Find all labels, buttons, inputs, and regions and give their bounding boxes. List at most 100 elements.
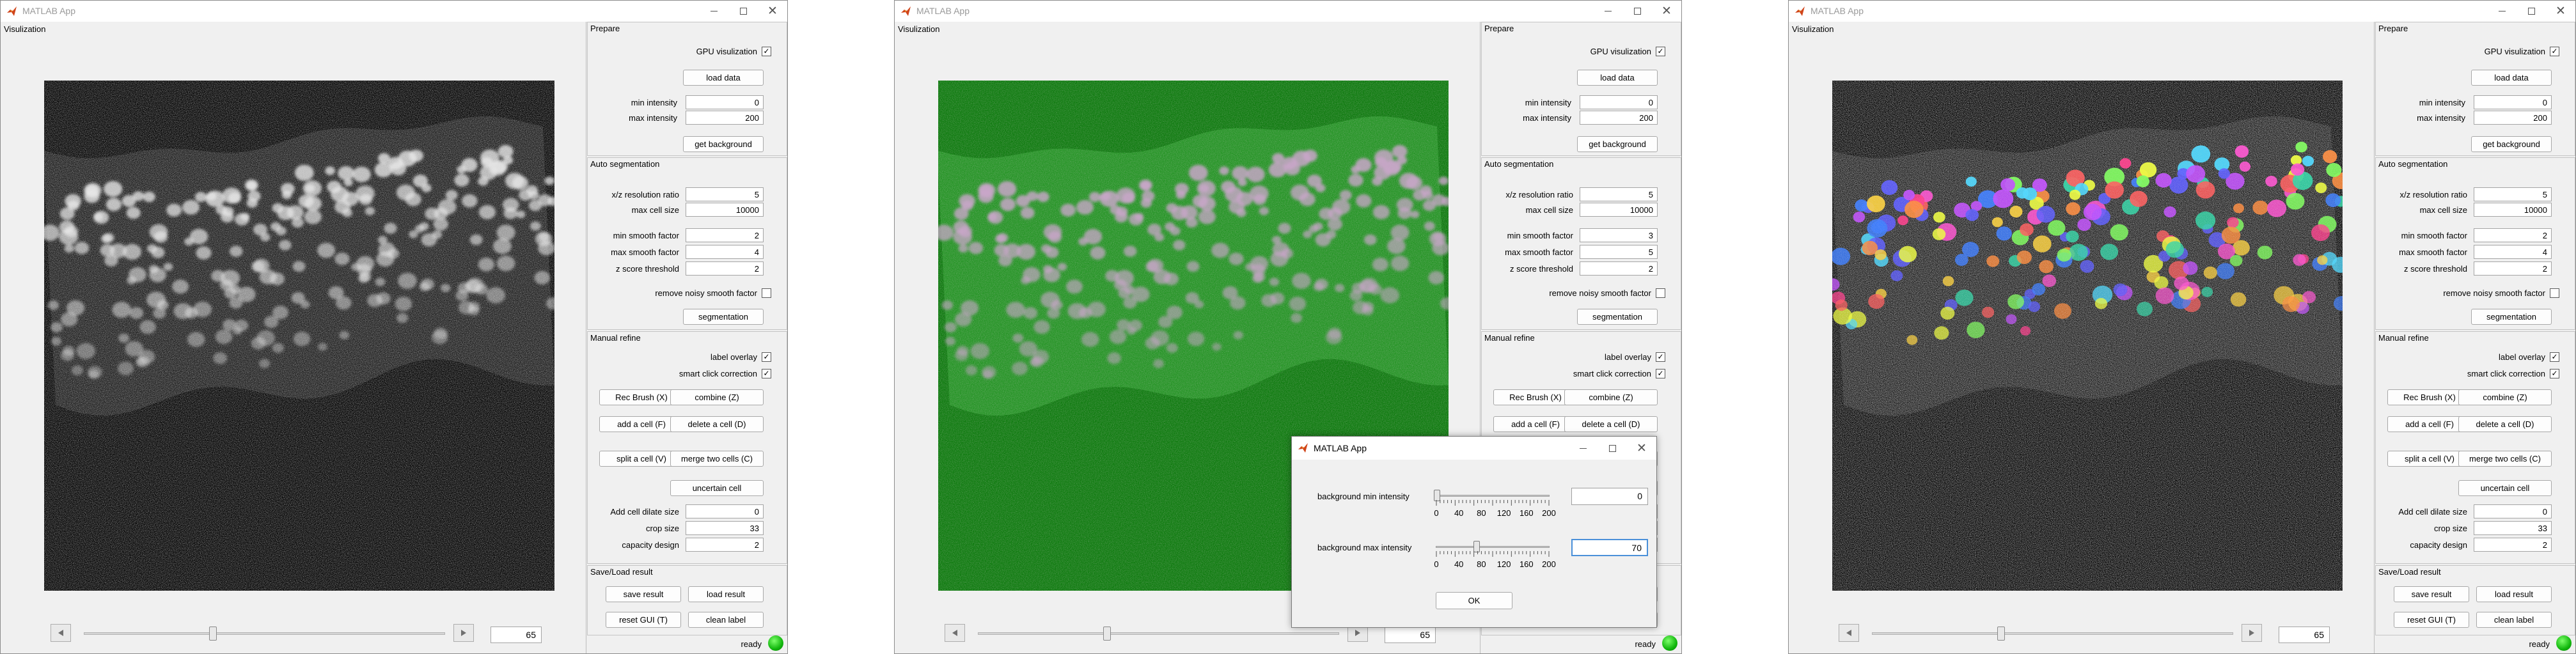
max-intensity-field[interactable]: 200: [1580, 111, 1658, 125]
minimize-button[interactable]: [699, 1, 728, 22]
maximize-button[interactable]: [1622, 1, 1652, 22]
ok-button[interactable]: OK: [1436, 592, 1512, 609]
capacity-design-field[interactable]: 2: [2474, 538, 2552, 552]
microscopy-image[interactable]: [44, 81, 554, 591]
next-slice-button[interactable]: [453, 624, 474, 642]
load-data-button[interactable]: load data: [2471, 70, 2552, 86]
delete-cell-button[interactable]: delete a cell (D): [670, 416, 764, 432]
min-smooth-field[interactable]: 2: [2474, 228, 2552, 242]
z-score-field[interactable]: 2: [2474, 261, 2552, 276]
bg-min-field[interactable]: 0: [1571, 488, 1648, 505]
slice-slider-track[interactable]: [1872, 632, 2233, 635]
slice-slider-track[interactable]: [978, 632, 1339, 635]
smart-click-checkbox[interactable]: ✓: [762, 369, 771, 378]
slice-slider-thumb[interactable]: [209, 627, 217, 641]
combine-button[interactable]: combine (Z): [670, 389, 764, 405]
max-smooth-field[interactable]: 5: [1580, 245, 1658, 259]
clean-label-button[interactable]: clean label: [2476, 612, 2552, 628]
next-slice-button[interactable]: [2242, 624, 2262, 642]
remove-noisy-checkbox[interactable]: [762, 288, 771, 298]
max-cell-size-field[interactable]: 10000: [686, 203, 764, 217]
merge-cells-button[interactable]: merge two cells (C): [2458, 451, 2552, 467]
delete-cell-button[interactable]: delete a cell (D): [1564, 416, 1658, 432]
previous-slice-button[interactable]: [51, 624, 71, 642]
label-overlay-checkbox[interactable]: ✓: [1656, 352, 1665, 362]
save-result-button[interactable]: save result: [2394, 586, 2469, 602]
merge-cells-button[interactable]: merge two cells (C): [670, 451, 764, 467]
minimize-button[interactable]: [2487, 1, 2517, 22]
uncertain-cell-button[interactable]: uncertain cell: [2458, 480, 2552, 496]
close-button[interactable]: ✕: [2546, 1, 2575, 22]
dilate-size-field[interactable]: 0: [686, 504, 764, 518]
get-background-button[interactable]: get background: [1577, 136, 1658, 152]
load-result-button[interactable]: load result: [2476, 586, 2552, 602]
segmentation-button[interactable]: segmentation: [683, 309, 764, 325]
save-result-button[interactable]: save result: [606, 586, 681, 602]
segmentation-button[interactable]: segmentation: [2471, 309, 2552, 325]
gpu-checkbox[interactable]: ✓: [1656, 47, 1665, 56]
max-smooth-field[interactable]: 4: [686, 245, 764, 259]
gpu-checkbox[interactable]: ✓: [762, 47, 771, 56]
crop-size-field[interactable]: 33: [2474, 521, 2552, 535]
close-button[interactable]: ✕: [1652, 1, 1681, 22]
label-overlay-checkbox[interactable]: ✓: [2550, 352, 2559, 362]
dilate-size-field[interactable]: 0: [2474, 504, 2552, 518]
xz-ratio-field[interactable]: 5: [686, 187, 764, 201]
min-smooth-field[interactable]: 2: [686, 228, 764, 242]
delete-cell-button[interactable]: delete a cell (D): [2458, 416, 2552, 432]
dialog-maximize-button[interactable]: [1598, 437, 1627, 460]
max-cell-size-field[interactable]: 10000: [2474, 203, 2552, 217]
uncertain-cell-button[interactable]: uncertain cell: [670, 480, 764, 496]
maximize-button[interactable]: [2517, 1, 2546, 22]
capacity-design-field[interactable]: 2: [686, 538, 764, 552]
max-cell-size-field[interactable]: 10000: [1580, 203, 1658, 217]
reset-gui-button[interactable]: reset GUI (T): [2394, 612, 2469, 628]
remove-noisy-checkbox[interactable]: [1656, 288, 1665, 298]
combine-button[interactable]: combine (Z): [1564, 389, 1658, 405]
min-intensity-field[interactable]: 0: [2474, 95, 2552, 109]
slice-slider-thumb[interactable]: [1103, 627, 1111, 641]
max-intensity-field[interactable]: 200: [2474, 111, 2552, 125]
smart-click-checkbox[interactable]: ✓: [1656, 369, 1665, 378]
load-data-button[interactable]: load data: [1577, 70, 1658, 86]
slice-number-field[interactable]: 65: [1385, 627, 1436, 643]
nucleus: [318, 343, 327, 351]
dialog-minimize-button[interactable]: [1568, 437, 1598, 460]
get-background-button[interactable]: get background: [683, 136, 764, 152]
bg-max-slider-track[interactable]: [1436, 546, 1550, 548]
segmentation-button[interactable]: segmentation: [1577, 309, 1658, 325]
load-result-button[interactable]: load result: [688, 586, 764, 602]
bg-max-field[interactable]: 70: [1571, 539, 1648, 556]
bg-min-slider-track[interactable]: [1436, 495, 1550, 497]
label-overlay-checkbox[interactable]: ✓: [762, 352, 771, 362]
z-score-field[interactable]: 2: [686, 261, 764, 276]
min-smooth-field[interactable]: 3: [1580, 228, 1658, 242]
gpu-checkbox[interactable]: ✓: [2550, 47, 2559, 56]
dialog-close-button[interactable]: ✕: [1627, 437, 1656, 460]
min-intensity-field[interactable]: 0: [686, 95, 764, 109]
slice-number-field[interactable]: 65: [491, 627, 542, 643]
get-background-button[interactable]: get background: [2471, 136, 2552, 152]
min-intensity-field[interactable]: 0: [1580, 95, 1658, 109]
close-button[interactable]: ✕: [758, 1, 787, 22]
clean-label-button[interactable]: clean label: [688, 612, 764, 628]
load-data-button[interactable]: load data: [683, 70, 764, 86]
slice-slider-track[interactable]: [84, 632, 445, 635]
previous-slice-button[interactable]: [1839, 624, 1859, 642]
crop-size-field[interactable]: 33: [686, 521, 764, 535]
minimize-button[interactable]: [1593, 1, 1622, 22]
microscopy-image[interactable]: [1832, 81, 2343, 591]
slice-number-field[interactable]: 65: [2279, 627, 2330, 643]
remove-noisy-checkbox[interactable]: [2550, 288, 2559, 298]
previous-slice-button[interactable]: [945, 624, 965, 642]
reset-gui-button[interactable]: reset GUI (T): [606, 612, 681, 628]
slice-slider-thumb[interactable]: [1997, 627, 2005, 641]
z-score-field[interactable]: 2: [1580, 261, 1658, 276]
max-intensity-field[interactable]: 200: [686, 111, 764, 125]
smart-click-checkbox[interactable]: ✓: [2550, 369, 2559, 378]
xz-ratio-field[interactable]: 5: [2474, 187, 2552, 201]
maximize-button[interactable]: [728, 1, 758, 22]
xz-ratio-field[interactable]: 5: [1580, 187, 1658, 201]
combine-button[interactable]: combine (Z): [2458, 389, 2552, 405]
max-smooth-field[interactable]: 4: [2474, 245, 2552, 259]
